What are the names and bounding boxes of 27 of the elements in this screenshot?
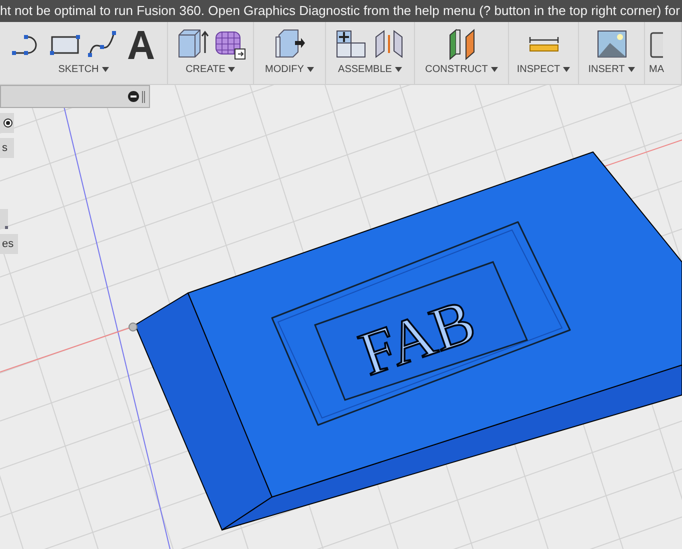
caret-icon bbox=[228, 67, 236, 72]
collapse-icon[interactable] bbox=[128, 91, 139, 102]
toolbar-menu[interactable]: MA bbox=[649, 62, 664, 77]
caret-icon bbox=[306, 67, 314, 72]
grip-icon[interactable] bbox=[142, 90, 145, 102]
caret-icon bbox=[563, 67, 570, 72]
toolbar-menu[interactable]: INSERT bbox=[588, 62, 635, 77]
ruler-icon bbox=[528, 36, 558, 52]
resize-handle[interactable] bbox=[0, 209, 8, 229]
toolbar-menu[interactable]: CONSTRUCT bbox=[425, 62, 498, 77]
origin-point-icon bbox=[128, 322, 138, 332]
toolbar-menu[interactable]: CREATE bbox=[186, 62, 236, 77]
embossed-text: FAB bbox=[351, 287, 484, 390]
side-panel-button[interactable]: s bbox=[0, 138, 14, 158]
toolbar-menu[interactable]: INSPECT bbox=[516, 62, 570, 77]
caret-icon bbox=[490, 67, 498, 72]
side-panel-button[interactable]: es bbox=[0, 234, 18, 254]
radio-icon bbox=[3, 118, 13, 128]
caret-icon bbox=[102, 67, 109, 72]
toolbar-menu[interactable]: ASSEMBLE bbox=[338, 62, 402, 77]
radio-button[interactable] bbox=[0, 113, 14, 133]
toolbar-menu[interactable]: SKETCH bbox=[58, 62, 109, 77]
toolbar-menu[interactable]: MODIFY bbox=[265, 62, 314, 77]
warning-banner: ht not be optimal to run Fusion 360. Open Graphics Diagnostic from the help menu (? button in the top right corner) for bbox=[0, 0, 682, 22]
caret-icon bbox=[394, 67, 402, 72]
resize-grip-icon bbox=[5, 226, 8, 229]
caret-icon bbox=[628, 67, 635, 72]
